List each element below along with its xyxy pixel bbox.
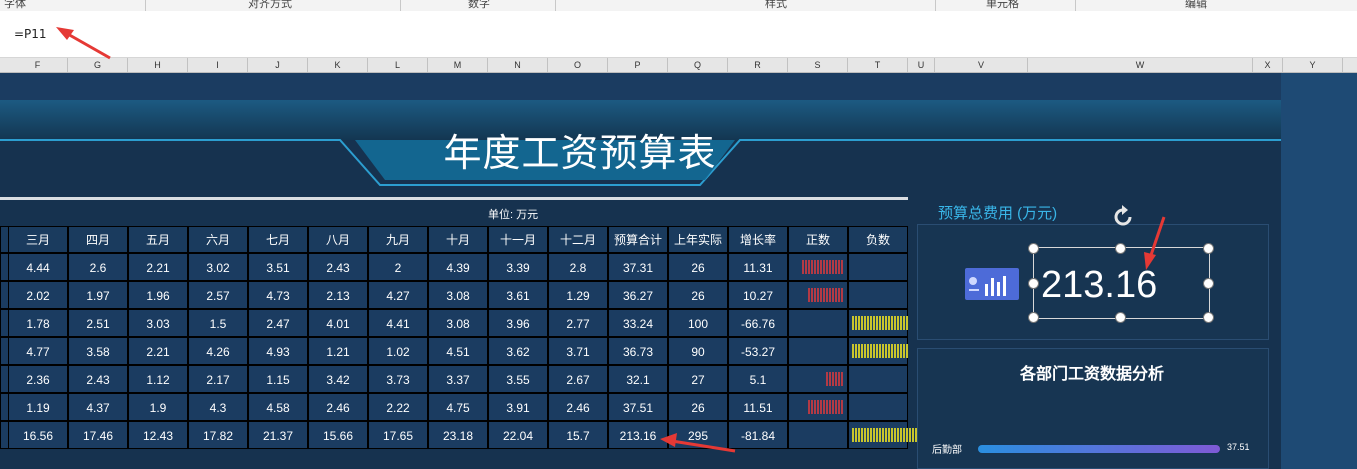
arrowhead-kpi <box>1144 252 1156 270</box>
arrowhead-formula <box>56 27 74 40</box>
arrow-to-kpi <box>1148 216 1166 259</box>
arrow-to-formula <box>65 31 111 60</box>
arrow-to-total-cell <box>671 439 736 453</box>
annotation-arrows <box>56 27 1166 453</box>
arrowhead-total-cell <box>660 433 677 447</box>
